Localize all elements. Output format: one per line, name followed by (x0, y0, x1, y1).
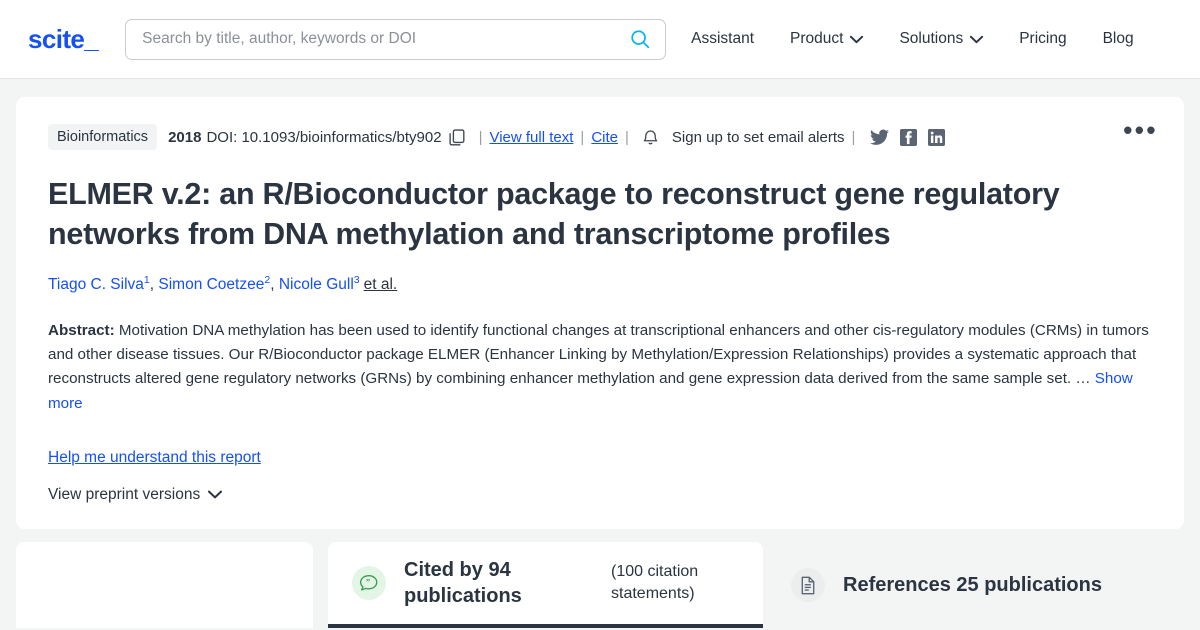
author-list: Tiago C. Silva1, Simon Coetzee2, Nicole … (48, 274, 1152, 294)
author-link-2[interactable]: Simon Coetzee2 (158, 274, 270, 293)
author-comma: , (270, 275, 275, 293)
chevron-down-icon (970, 35, 984, 43)
tab-list: ” Cited by 94 publications (100 citation… (328, 542, 1184, 628)
paper-card: ••• Bioinformatics 2018 DOI: 10.1093/bio… (16, 97, 1184, 529)
doi-label: DOI: 10.1093/bioinformatics/bty902 (206, 128, 442, 146)
nav-label-product: Product (790, 30, 844, 47)
bottom-tab-strip: ” Cited by 94 publications (100 citation… (0, 542, 1200, 628)
author-name: Simon Coetzee (158, 275, 265, 293)
search-icon[interactable] (629, 28, 651, 50)
et-al-link[interactable]: et al. (364, 276, 398, 293)
preprint-label: View preprint versions (48, 485, 201, 503)
page-title: ELMER v.2: an R/Bioconductor package to … (48, 177, 1060, 252)
author-link-1[interactable]: Tiago C. Silva1 (48, 274, 150, 293)
tab-cited-by-sublabel: (100 citation statements) (611, 563, 699, 602)
main-nav: Assistant Product Solutions Pricing Blog (691, 24, 1134, 54)
chevron-down-icon (850, 35, 864, 43)
chevron-down-icon (208, 491, 223, 499)
nav-label-assistant: Assistant (691, 30, 755, 47)
svg-text:”: ” (366, 576, 370, 586)
meta-separator: | (625, 128, 629, 146)
page-body: ••• Bioinformatics 2018 DOI: 10.1093/bio… (0, 79, 1200, 529)
meta-separator: | (478, 128, 483, 146)
facebook-icon[interactable] (900, 128, 918, 146)
tab-references[interactable]: References 25 publications (763, 542, 1184, 628)
paper-meta-row: Bioinformatics 2018 DOI: 10.1093/bioinfo… (48, 123, 1152, 151)
author-name: Tiago C. Silva (48, 275, 144, 293)
copy-icon[interactable] (449, 128, 465, 146)
document-icon (791, 568, 825, 602)
author-link-3[interactable]: Nicole Gull3 (278, 273, 360, 293)
nav-label-pricing: Pricing (1019, 30, 1067, 47)
cite-link[interactable]: Cite (591, 129, 618, 146)
view-preprint-versions-toggle[interactable]: View preprint versions (48, 485, 223, 504)
citation-bubble-icon: ” (352, 566, 386, 600)
view-full-text-link[interactable]: View full text (489, 129, 573, 146)
help-understand-report-link[interactable]: Help me understand this report (48, 449, 261, 467)
nav-item-solutions[interactable]: Solutions (899, 24, 984, 54)
abstract-text: Motivation DNA methylation has been used… (48, 321, 1149, 388)
bell-icon[interactable] (643, 129, 658, 146)
search-bar[interactable] (125, 18, 667, 60)
author-name: Nicole Gull (278, 275, 354, 293)
tab-references-label: References 25 publications (843, 574, 1102, 596)
nav-item-blog[interactable]: Blog (1103, 24, 1134, 54)
abstract-block: Abstract: Motivation DNA methylation has… (48, 319, 1152, 416)
scite-logo[interactable]: scite_ (28, 24, 99, 55)
search-input[interactable] (142, 30, 630, 48)
publication-year: 2018 (168, 128, 202, 146)
social-share-group (870, 128, 946, 146)
tab-cited-by-label: Cited by 94 publications (404, 559, 522, 607)
nav-label-solutions: Solutions (899, 30, 964, 47)
tab-cited-by[interactable]: ” Cited by 94 publications (100 citation… (328, 542, 763, 628)
email-alerts-link[interactable]: Sign up to set email alerts (672, 129, 845, 146)
abstract-label: Abstract: (48, 321, 115, 339)
author-affiliation-marker: 3 (353, 273, 360, 286)
meta-separator: | (580, 128, 585, 146)
author-comma: , (149, 275, 155, 293)
meta-separator: | (851, 128, 856, 146)
linkedin-icon[interactable] (928, 128, 946, 146)
site-header: scite_ Assistant Product Solutions Pr (0, 0, 1200, 79)
twitter-icon[interactable] (870, 129, 890, 146)
journal-badge[interactable]: Bioinformatics (48, 124, 158, 150)
nav-item-pricing[interactable]: Pricing (1019, 24, 1066, 54)
nav-item-assistant[interactable]: Assistant (691, 24, 754, 54)
side-panel-card (16, 542, 313, 628)
more-options-button[interactable]: ••• (1123, 117, 1158, 143)
nav-item-product[interactable]: Product (790, 24, 864, 54)
nav-label-blog: Blog (1102, 30, 1134, 47)
